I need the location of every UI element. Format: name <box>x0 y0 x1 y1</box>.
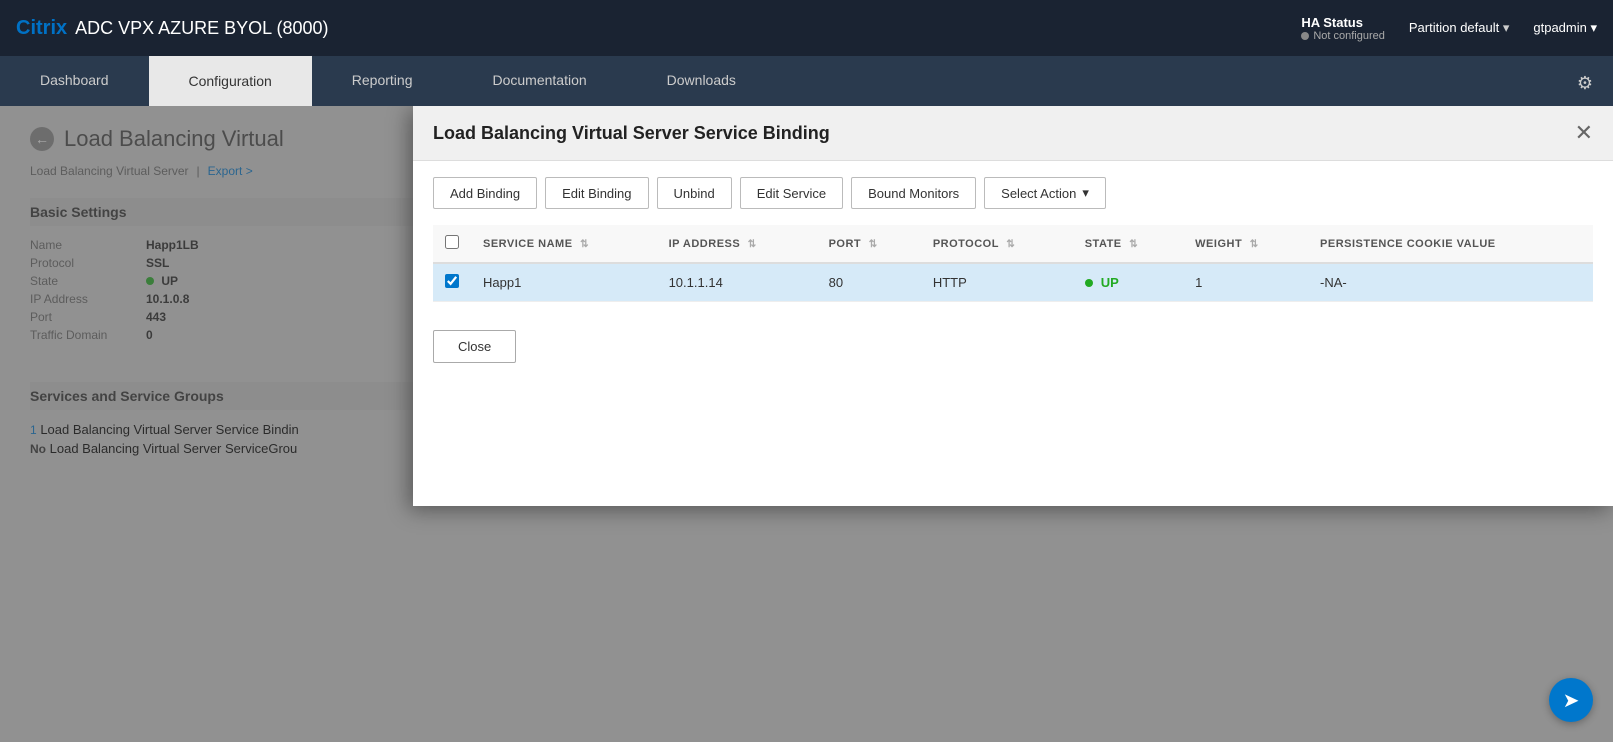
col-state: STATE ⇅ <box>1073 225 1183 263</box>
select-action-button[interactable]: Select Action ▾ <box>984 177 1106 209</box>
state-indicator: UP <box>1085 275 1171 290</box>
modal-dialog: Load Balancing Virtual Server Service Bi… <box>413 106 1613 506</box>
sort-icon-service-name[interactable]: ⇅ <box>580 239 589 250</box>
citrix-name: Citrix <box>16 17 67 39</box>
cell-ip-address: 10.1.1.14 <box>657 263 817 302</box>
nav-bar: Dashboard Configuration Reporting Docume… <box>0 56 1613 106</box>
tab-configuration[interactable]: Configuration <box>149 56 312 106</box>
ha-status-dot <box>1301 32 1309 40</box>
partition-label: Partition <box>1409 20 1457 35</box>
fab-button[interactable]: ➤ <box>1549 678 1593 722</box>
brand-logo: Citrix <box>16 17 67 40</box>
sort-icon-port[interactable]: ⇅ <box>869 239 878 250</box>
col-weight: WEIGHT ⇅ <box>1183 225 1308 263</box>
modal-toolbar: Add Binding Edit Binding Unbind Edit Ser… <box>433 177 1593 209</box>
select-all-checkbox[interactable] <box>445 235 459 249</box>
state-up-dot <box>1085 279 1093 287</box>
ha-status-area: HA Status Not configured <box>1301 15 1385 42</box>
table-header-row: SERVICE NAME ⇅ IP ADDRESS ⇅ PORT ⇅ <box>433 225 1593 263</box>
table-row[interactable]: Happ1 10.1.1.14 80 HTTP UP 1 <box>433 263 1593 302</box>
product-name: ADC VPX AZURE BYOL (8000) <box>75 18 328 39</box>
user-menu[interactable]: gtpadmin ▾ <box>1533 20 1597 36</box>
modal-title: Load Balancing Virtual Server Service Bi… <box>433 123 830 144</box>
tab-dashboard[interactable]: Dashboard <box>0 56 149 106</box>
header-checkbox-cell <box>433 225 471 263</box>
edit-service-button[interactable]: Edit Service <box>740 177 843 209</box>
settings-icon[interactable]: ⚙ <box>1557 61 1613 106</box>
modal-body: Add Binding Edit Binding Unbind Edit Ser… <box>413 161 1613 318</box>
bound-monitors-button[interactable]: Bound Monitors <box>851 177 976 209</box>
ha-status-value: Not configured <box>1301 30 1385 42</box>
fab-icon: ➤ <box>1563 688 1580 713</box>
col-persistence: PERSISTENCE COOKIE VALUE <box>1308 225 1593 263</box>
top-bar: Citrix ADC VPX AZURE BYOL (8000) HA Stat… <box>0 0 1613 56</box>
cell-state: UP <box>1073 263 1183 302</box>
top-bar-right: HA Status Not configured Partition defau… <box>1301 15 1597 42</box>
username: gtpadmin <box>1533 20 1586 35</box>
add-binding-button[interactable]: Add Binding <box>433 177 537 209</box>
tab-documentation[interactable]: Documentation <box>452 56 626 106</box>
cell-service-name: Happ1 <box>471 263 657 302</box>
modal-overlay: Load Balancing Virtual Server Service Bi… <box>0 106 1613 742</box>
unbind-button[interactable]: Unbind <box>657 177 732 209</box>
col-port: PORT ⇅ <box>817 225 921 263</box>
cell-weight: 1 <box>1183 263 1308 302</box>
cell-port: 80 <box>817 263 921 302</box>
sort-icon-protocol[interactable]: ⇅ <box>1006 239 1015 250</box>
cell-persistence: -NA- <box>1308 263 1593 302</box>
partition-selector[interactable]: Partition default ▾ <box>1409 20 1510 36</box>
col-protocol: PROTOCOL ⇅ <box>921 225 1073 263</box>
modal-footer: Close <box>413 318 1613 375</box>
sort-icon-ip[interactable]: ⇅ <box>748 239 757 250</box>
edit-binding-button[interactable]: Edit Binding <box>545 177 648 209</box>
modal-close-button[interactable]: ✕ <box>1575 122 1593 144</box>
sort-icon-weight[interactable]: ⇅ <box>1250 239 1259 250</box>
dropdown-arrow-icon: ▾ <box>1082 185 1089 201</box>
close-modal-button[interactable]: Close <box>433 330 516 363</box>
modal-header: Load Balancing Virtual Server Service Bi… <box>413 106 1613 161</box>
tab-reporting[interactable]: Reporting <box>312 56 453 106</box>
col-service-name: SERVICE NAME ⇅ <box>471 225 657 263</box>
cell-protocol: HTTP <box>921 263 1073 302</box>
partition-value: default <box>1460 20 1499 35</box>
page-content: ← Load Balancing Virtual Load Balancing … <box>0 106 1613 742</box>
sort-icon-state[interactable]: ⇅ <box>1129 239 1138 250</box>
brand-area: Citrix ADC VPX AZURE BYOL (8000) <box>16 17 329 40</box>
service-bindings-table: SERVICE NAME ⇅ IP ADDRESS ⇅ PORT ⇅ <box>433 225 1593 302</box>
nav-tabs: Dashboard Configuration Reporting Docume… <box>0 56 776 106</box>
ha-status-title: HA Status <box>1301 15 1363 30</box>
row-checkbox-cell <box>433 263 471 302</box>
row-checkbox[interactable] <box>445 274 459 288</box>
tab-downloads[interactable]: Downloads <box>627 56 776 106</box>
col-ip-address: IP ADDRESS ⇅ <box>657 225 817 263</box>
